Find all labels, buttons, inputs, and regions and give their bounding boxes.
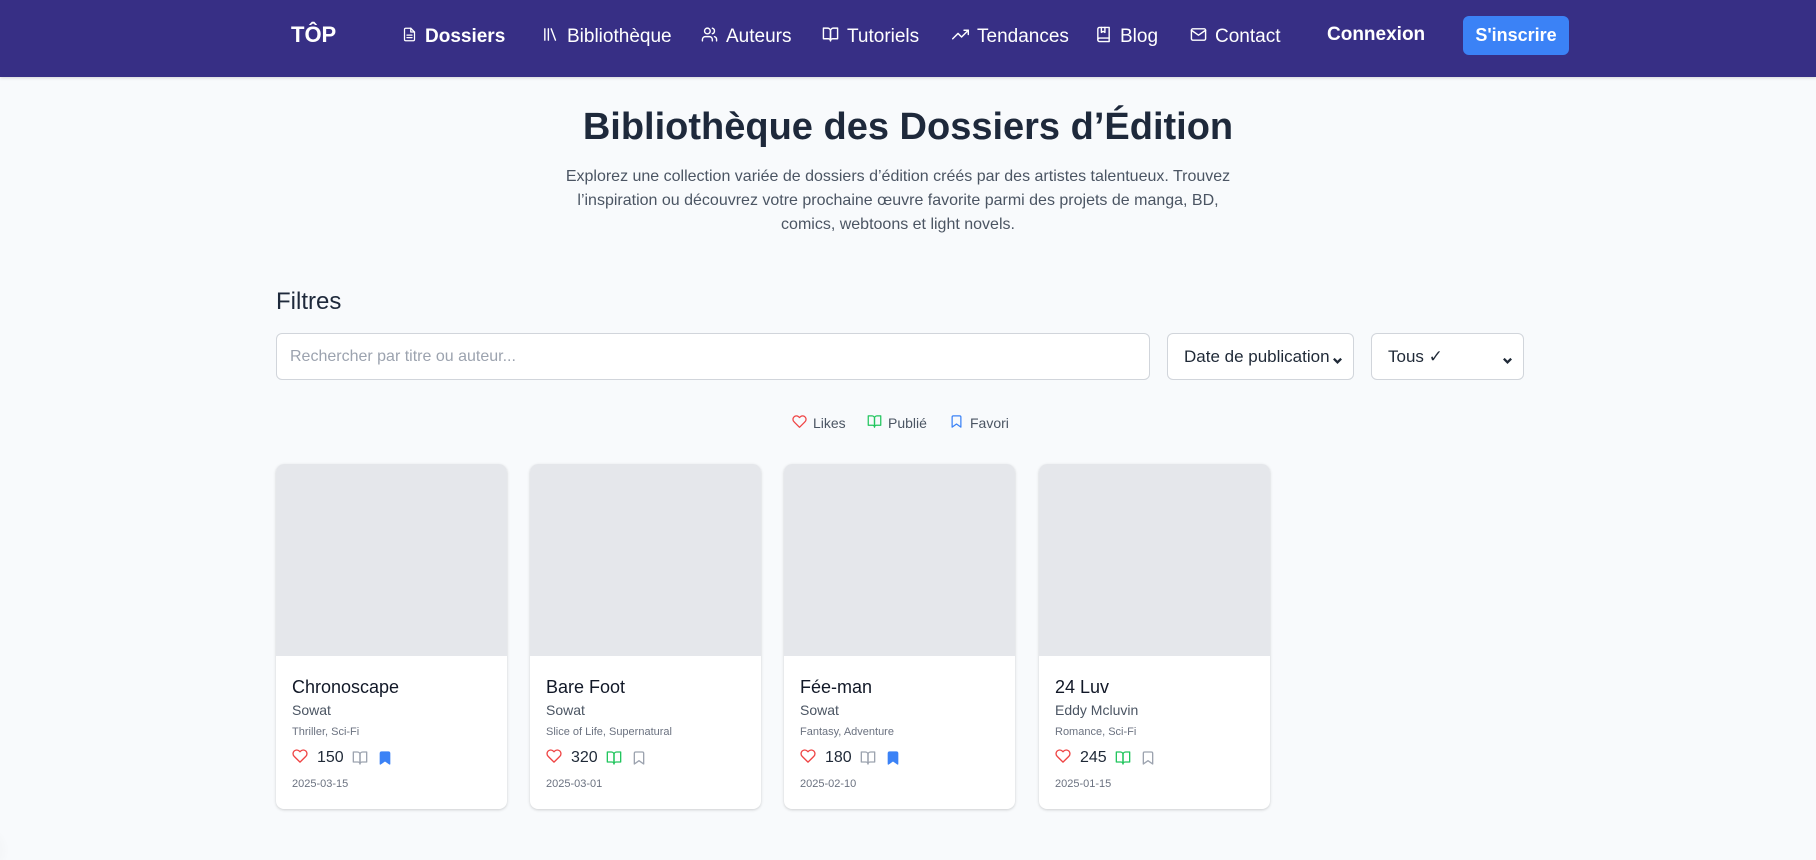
card-author: Sowat xyxy=(800,702,839,718)
cover-image-placeholder xyxy=(784,464,1015,656)
cover-image-placeholder xyxy=(276,464,507,656)
book-open-icon xyxy=(860,750,876,766)
signup-button[interactable]: S'inscrire xyxy=(1463,16,1569,55)
nav-item-bibliotheque[interactable]: Bibliothèque xyxy=(542,24,672,50)
sort-select[interactable]: Date de publication xyxy=(1167,333,1354,380)
bookmark-icon[interactable] xyxy=(885,750,901,766)
nav-item-label: Blog xyxy=(1120,26,1159,47)
cover-image-placeholder xyxy=(530,464,761,656)
book-open-icon xyxy=(822,26,839,49)
card-title: Fée-man xyxy=(800,677,873,697)
top-navbar: TÔP Dossiers Bibliothèque Auteurs Tutori… xyxy=(0,0,1816,77)
nav-item-label: Tutoriels xyxy=(847,26,920,47)
likes-count: 180 xyxy=(825,749,852,766)
card-stats: 320 xyxy=(546,748,647,768)
filters-title: Filtres xyxy=(276,288,342,315)
nav-item-tutoriels[interactable]: Tutoriels xyxy=(822,24,919,50)
library-icon xyxy=(542,26,559,49)
book-open-icon xyxy=(352,750,368,766)
page-title: Bibliothèque des Dossiers d’Édition xyxy=(582,106,1234,148)
status-select-value: Tous ✓ xyxy=(1388,346,1443,366)
mail-icon xyxy=(1190,26,1207,49)
nav-item-tendances[interactable]: Tendances xyxy=(952,24,1069,50)
bookmark-icon xyxy=(949,414,964,432)
nav-item-label: Auteurs xyxy=(726,26,792,47)
status-select[interactable]: Tous ✓ xyxy=(1371,333,1524,380)
card-date: 2025-01-15 xyxy=(1055,778,1112,790)
book-open-icon xyxy=(606,750,622,766)
dossier-card[interactable]: Chronoscape Sowat Thriller, Sci-Fi 150 2… xyxy=(276,464,507,809)
card-title: Bare Foot xyxy=(546,677,626,697)
brand-logo[interactable]: TÔP xyxy=(291,22,336,48)
legend-likes-label: Likes xyxy=(813,415,846,431)
heart-icon[interactable] xyxy=(292,748,308,769)
card-author: Sowat xyxy=(546,702,585,718)
login-button[interactable]: Connexion xyxy=(1327,24,1425,46)
legend-favorite-label: Favori xyxy=(970,415,1009,431)
legend-published-label: Publié xyxy=(888,415,927,431)
nav-item-auteurs[interactable]: Auteurs xyxy=(701,24,791,50)
card-date: 2025-03-01 xyxy=(546,778,603,790)
nav-item-label: Tendances xyxy=(977,26,1069,47)
heart-icon[interactable] xyxy=(546,748,562,769)
heart-icon[interactable] xyxy=(1055,748,1071,769)
bookmark-icon[interactable] xyxy=(631,750,647,766)
card-genres: Fantasy, Adventure xyxy=(800,726,894,738)
card-stats: 180 xyxy=(800,748,901,768)
card-stats: 150 xyxy=(292,748,393,768)
dossier-card[interactable]: Fée-man Sowat Fantasy, Adventure 180 202… xyxy=(784,464,1015,809)
page-description: Explorez une collection variée de dossie… xyxy=(565,168,1231,233)
card-date: 2025-03-15 xyxy=(292,778,349,790)
heart-icon[interactable] xyxy=(800,748,816,769)
sort-select-value: Date de publication xyxy=(1184,346,1330,366)
likes-count: 245 xyxy=(1080,749,1107,766)
nav-item-label: Bibliothèque xyxy=(567,26,672,47)
card-genres: Romance, Sci-Fi xyxy=(1055,726,1137,738)
file-text-icon xyxy=(402,26,417,48)
card-genres: Thriller, Sci-Fi xyxy=(292,726,360,738)
corner-shadow xyxy=(0,820,10,860)
card-genres: Slice of Life, Supernatural xyxy=(546,726,672,738)
nav-item-label: Contact xyxy=(1215,26,1281,47)
users-icon xyxy=(701,26,718,49)
card-title: 24 Luv xyxy=(1055,677,1110,697)
book-open-icon xyxy=(867,414,882,432)
chevron-down-icon xyxy=(1332,351,1343,364)
nav-item-dossiers[interactable]: Dossiers xyxy=(402,24,505,50)
heart-icon xyxy=(792,414,807,432)
search-input[interactable] xyxy=(276,333,1150,380)
nav-item-contact[interactable]: Contact xyxy=(1190,24,1280,50)
card-title: Chronoscape xyxy=(292,677,400,697)
legend-published: Publié xyxy=(867,413,927,433)
dossier-card[interactable]: 24 Luv Eddy Mcluvin Romance, Sci-Fi 245 … xyxy=(1039,464,1270,809)
legend-favorite: Favori xyxy=(949,413,1009,433)
bookmark-icon[interactable] xyxy=(377,750,393,766)
book-bookmark-icon xyxy=(1095,26,1112,49)
book-open-icon xyxy=(1115,750,1131,766)
dossier-card[interactable]: Bare Foot Sowat Slice of Life, Supernatu… xyxy=(530,464,761,809)
trending-up-icon xyxy=(952,26,969,49)
likes-count: 150 xyxy=(317,749,344,766)
chevron-down-icon xyxy=(1502,351,1513,364)
likes-count: 320 xyxy=(571,749,598,766)
card-stats: 245 xyxy=(1055,748,1156,768)
card-author: Eddy Mcluvin xyxy=(1055,702,1139,718)
bookmark-icon[interactable] xyxy=(1140,750,1156,766)
cover-image-placeholder xyxy=(1039,464,1270,656)
nav-item-blog[interactable]: Blog xyxy=(1095,24,1158,50)
card-author: Sowat xyxy=(292,702,331,718)
legend-likes: Likes xyxy=(792,413,846,433)
nav-item-label: Dossiers xyxy=(425,26,506,47)
card-date: 2025-02-10 xyxy=(800,778,857,790)
